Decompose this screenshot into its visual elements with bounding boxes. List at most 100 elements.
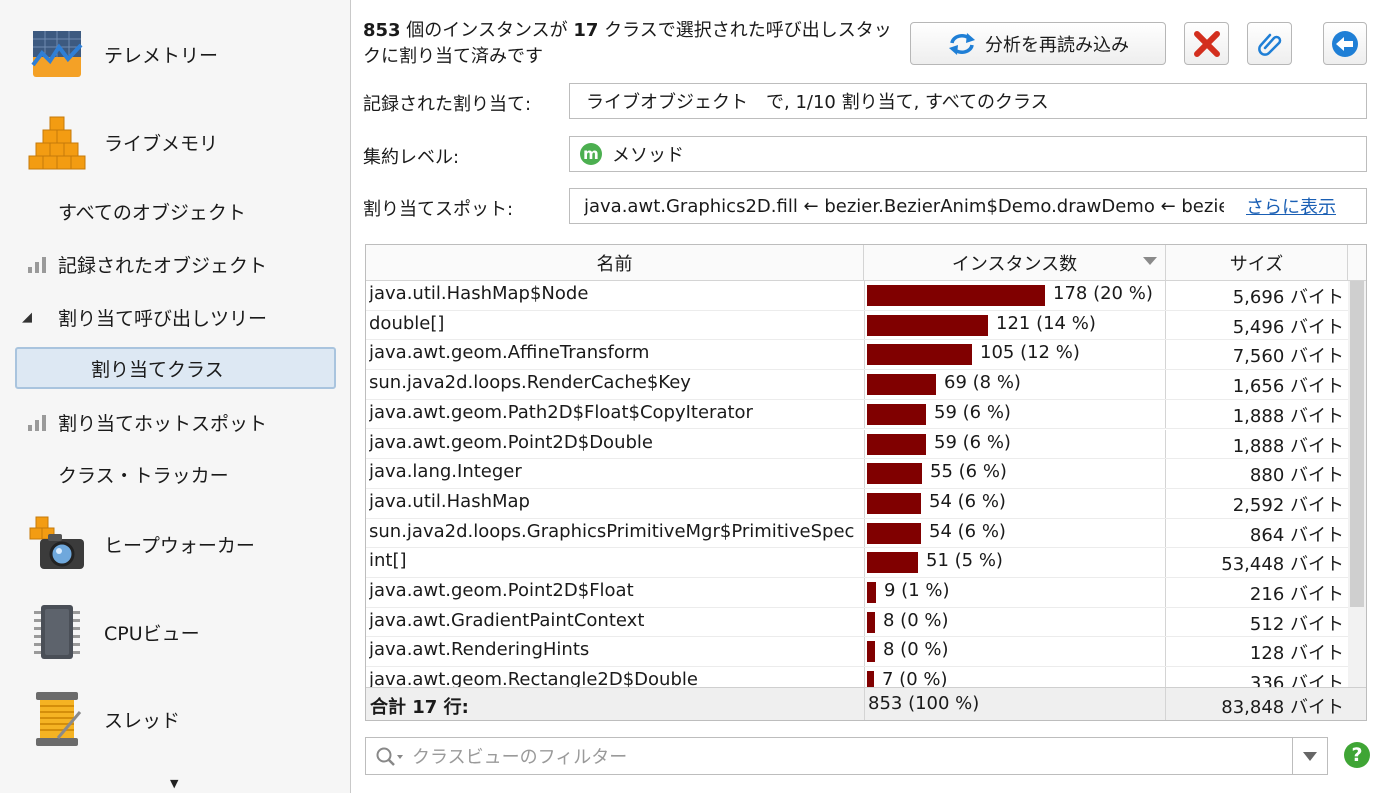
column-count-label: インスタンス数 bbox=[951, 253, 1078, 275]
table-row[interactable]: sun.java2d.loops.GraphicsPrimitiveMgr$Pr… bbox=[366, 518, 1348, 549]
allocated-classes-table: 名前 インスタンス数 サイズ java.util.HashMap$Node 178… bbox=[365, 244, 1367, 721]
column-size-label: サイズ bbox=[1229, 253, 1284, 275]
class-name-cell: java.awt.geom.Point2D$Double bbox=[369, 431, 653, 453]
class-count: 17 bbox=[573, 20, 599, 41]
size-cell: 53,448 バイト bbox=[1221, 554, 1344, 576]
instance-count-bar bbox=[867, 403, 926, 425]
allocation-spot-field: java.awt.Graphics2D.fill ← bezier.Bezier… bbox=[569, 188, 1367, 224]
nav-telemetry[interactable]: テレメトリー bbox=[0, 24, 350, 84]
show-more-link[interactable]: さらに表示 bbox=[1240, 193, 1336, 219]
expand-triangle-icon[interactable]: ◢ bbox=[22, 310, 32, 325]
instance-count-cell: 54 (6 %) bbox=[864, 518, 1166, 548]
bar-chart-icon bbox=[28, 415, 46, 431]
bar-chart-icon bbox=[28, 257, 46, 273]
instance-count-bar bbox=[867, 314, 988, 336]
instance-count-label: 54 (6 %) bbox=[929, 490, 1006, 512]
instance-count-bar bbox=[867, 582, 876, 603]
scroll-down-arrow-icon[interactable]: ▼ bbox=[170, 777, 178, 790]
class-name-cell: double[] bbox=[369, 312, 445, 334]
table-row[interactable]: java.awt.geom.Point2D$Float 9 (1 %) 216 バイ… bbox=[366, 578, 1348, 608]
instance-count-bar bbox=[867, 671, 874, 687]
instance-count-bar bbox=[867, 522, 921, 544]
attach-button[interactable] bbox=[1247, 22, 1292, 65]
size-cell: 336 バイト bbox=[1249, 673, 1344, 687]
column-header-name[interactable]: 名前 bbox=[366, 245, 864, 280]
class-name-cell: java.awt.geom.Rectangle2D$Double bbox=[369, 669, 698, 687]
table-row[interactable]: int[] 51 (5 %) 53,448 バイト bbox=[366, 548, 1348, 578]
nav-alloc-hotspots[interactable]: 割り当てホットスポット bbox=[0, 402, 350, 442]
column-header-instance-count[interactable]: インスタンス数 bbox=[864, 245, 1166, 280]
instance-count-bar bbox=[867, 374, 936, 396]
table-row[interactable]: sun.java2d.loops.RenderCache$Key 69 (8 %)… bbox=[366, 370, 1348, 400]
aggregation-level-field[interactable]: m メソッド bbox=[569, 136, 1367, 172]
scrollbar-thumb[interactable] bbox=[1350, 281, 1364, 607]
close-view-button[interactable] bbox=[1184, 22, 1229, 65]
instance-count-cell: 55 (6 %) bbox=[864, 459, 1166, 488]
back-button[interactable] bbox=[1323, 22, 1367, 65]
close-icon bbox=[1193, 30, 1220, 57]
instance-count-bar bbox=[867, 552, 918, 574]
class-name-cell: java.awt.geom.Point2D$Float bbox=[369, 580, 634, 601]
nav-class-tracker[interactable]: クラス・トラッカー bbox=[0, 454, 350, 494]
table-row[interactable]: java.util.HashMap$Node 178 (20 %) 5,696 バイ… bbox=[366, 281, 1348, 311]
allocated-classes-view: 853 個のインスタンスが 17 クラスで選択された呼び出しスタックに割り当て済… bbox=[351, 0, 1379, 793]
instance-count-label: 8 (0 %) bbox=[883, 639, 949, 661]
total-rows-label: 合計 17 行: bbox=[370, 697, 469, 718]
nav-threads[interactable]: スレッド bbox=[0, 689, 350, 749]
instance-count-cell: 8 (0 %) bbox=[864, 607, 1166, 637]
recorded-allocations-field[interactable]: ライブオブジェクト で, 1/10 割り当て, すべてのクラス bbox=[569, 83, 1367, 119]
table-row[interactable]: java.awt.geom.AffineTransform 105 (12 %) 7… bbox=[366, 340, 1348, 371]
class-name-cell: sun.java2d.loops.GraphicsPrimitiveMgr$Pr… bbox=[369, 520, 855, 542]
table-row[interactable]: java.awt.geom.Path2D$Float$CopyIterator 5… bbox=[366, 399, 1348, 430]
nav-live-memory[interactable]: ライブメモリ bbox=[0, 112, 350, 172]
instance-count-label: 105 (12 %) bbox=[980, 342, 1080, 364]
summary-headline: 853 個のインスタンスが 17 クラスで選択された呼び出しスタックに割り当て済… bbox=[363, 18, 903, 70]
table-footer-totals: 合計 17 行: 853 (100 %) 83,848 バイト bbox=[366, 687, 1366, 720]
nav-all-objects[interactable]: すべてのオブジェクト bbox=[0, 191, 350, 231]
search-icon[interactable] bbox=[376, 747, 406, 767]
instance-count-cell: 178 (20 %) bbox=[864, 281, 1166, 310]
table-row[interactable]: double[] 121 (14 %) 5,496 バイト bbox=[366, 310, 1348, 341]
size-cell: 1,656 バイト bbox=[1232, 376, 1344, 398]
filter-history-dropdown[interactable] bbox=[1292, 738, 1327, 774]
back-arrow-icon bbox=[1332, 30, 1358, 57]
nav-heap-walker-label: ヒープウォーカー bbox=[104, 534, 255, 557]
view-sidebar: テレメトリー ライブメモリ すべてのオブジェクト 記録されたオブジェクト ◢ 割… bbox=[0, 0, 351, 793]
size-cell: 2,592 バイト bbox=[1232, 494, 1344, 516]
paperclip-icon bbox=[1257, 33, 1281, 56]
nav-recorded-objects[interactable]: 記録されたオブジェクト bbox=[0, 244, 350, 284]
instance-count-cell: 54 (6 %) bbox=[864, 488, 1166, 518]
class-filter-box bbox=[365, 737, 1328, 776]
nav-cpu-views[interactable]: CPUビュー bbox=[0, 602, 350, 662]
table-body: java.util.HashMap$Node 178 (20 %) 5,696 バイ… bbox=[366, 281, 1348, 687]
sort-descending-icon bbox=[1143, 257, 1157, 265]
table-row[interactable]: java.awt.RenderingHints 8 (0 %) 128 バイト bbox=[366, 637, 1348, 668]
nav-class-tracker-label: クラス・トラッカー bbox=[58, 464, 229, 487]
nav-alloc-call-tree[interactable]: ◢ 割り当て呼び出しツリー bbox=[0, 297, 350, 337]
nav-heap-walker[interactable]: ヒープウォーカー bbox=[0, 514, 350, 574]
table-row[interactable]: java.lang.Integer 55 (6 %) 880 バイト bbox=[366, 459, 1348, 489]
instance-count-bar bbox=[867, 492, 921, 514]
instance-count-bar bbox=[867, 463, 922, 485]
reload-analysis-button[interactable]: 分析を再読み込み bbox=[910, 22, 1166, 65]
size-cell: 5,696 バイト bbox=[1232, 287, 1344, 308]
instance-count-bar bbox=[867, 285, 1045, 306]
table-row[interactable]: java.awt.geom.Rectangle2D$Double 7 (0 %) 3… bbox=[366, 667, 1348, 687]
nav-live-memory-label: ライブメモリ bbox=[104, 132, 219, 155]
nav-threads-label: スレッド bbox=[104, 709, 181, 732]
size-cell: 880 バイト bbox=[1249, 465, 1344, 487]
column-header-size[interactable]: サイズ bbox=[1166, 245, 1348, 280]
table-row[interactable]: java.awt.geom.Point2D$Double 59 (6 %) 1,88… bbox=[366, 429, 1348, 460]
table-row[interactable]: java.util.HashMap 54 (6 %) 2,592 バイト bbox=[366, 488, 1348, 519]
nav-alloc-classes[interactable]: 割り当てクラス bbox=[15, 347, 336, 389]
nav-alloc-classes-label: 割り当てクラス bbox=[91, 358, 224, 381]
vertical-scrollbar[interactable] bbox=[1348, 281, 1366, 687]
class-filter-input[interactable] bbox=[410, 738, 1284, 776]
table-row[interactable]: java.awt.GradientPaintContext 8 (0 %) 512 … bbox=[366, 607, 1348, 638]
instance-count-cell: 105 (12 %) bbox=[864, 340, 1166, 370]
thread-spool-icon bbox=[36, 692, 82, 746]
live-memory-icon bbox=[28, 116, 86, 170]
cpu-icon bbox=[34, 605, 80, 659]
help-icon[interactable]: ? bbox=[1344, 742, 1370, 768]
nav-recorded-objects-label: 記録されたオブジェクト bbox=[58, 254, 268, 277]
